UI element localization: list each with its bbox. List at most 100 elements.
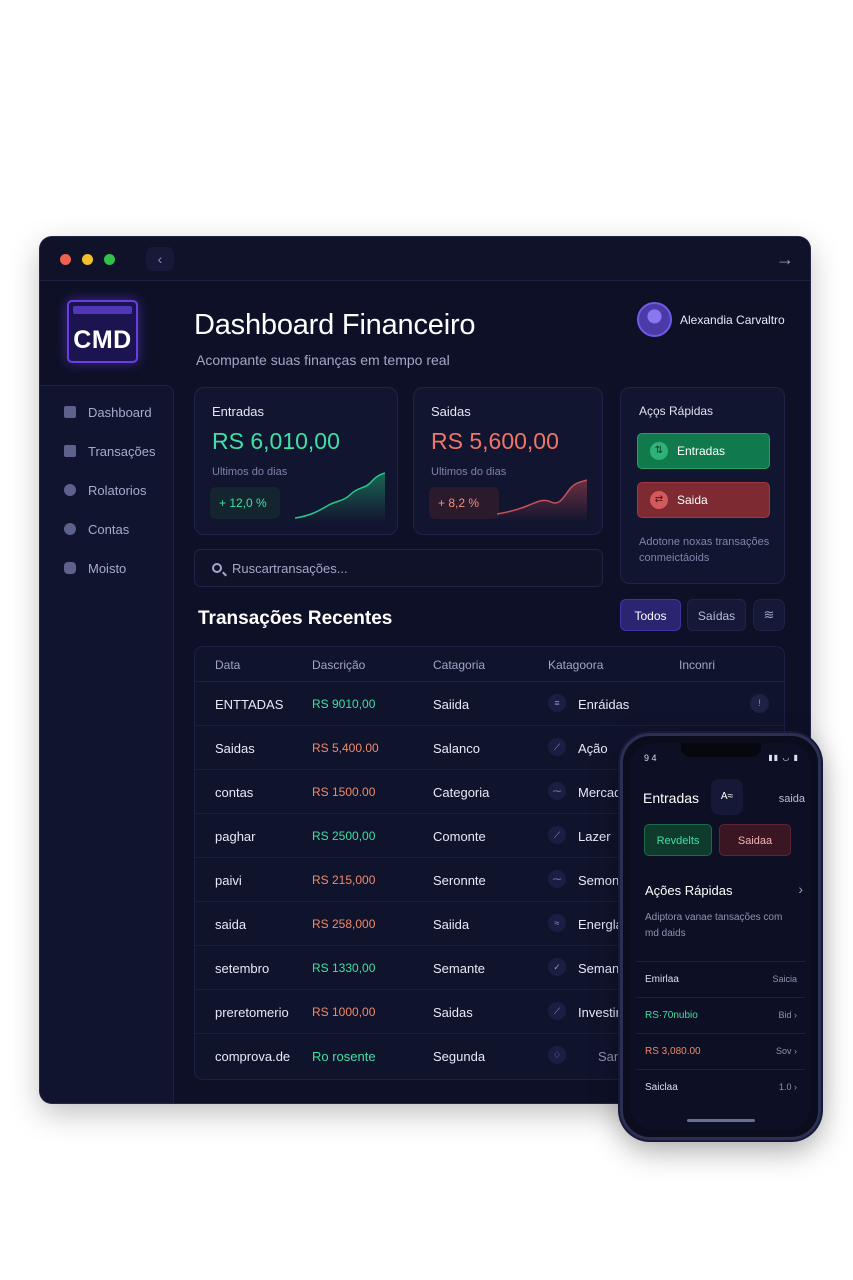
filter-all-button[interactable]: Todos	[620, 599, 681, 631]
phone-row-left: RS·70nubio	[645, 1010, 698, 1021]
phone-row-right: Saicia	[772, 974, 797, 984]
sidebar-item-label: Transações	[88, 443, 156, 459]
quick-actions-card: Açǫs Rápidas ⇅ Entradas ⇄ Saida Adotone …	[620, 387, 785, 584]
search-input[interactable]: Ruscartransações...	[194, 549, 603, 587]
column-header[interactable]: Inconri	[679, 658, 715, 672]
chevron-right-icon[interactable]: ›	[798, 881, 803, 897]
home-indicator[interactable]	[686, 1119, 755, 1122]
row-amount: RS 5,400.00	[312, 741, 379, 755]
sidebar-item-label: Moisto	[88, 560, 127, 576]
phone-expense-button[interactable]: Saidaa	[719, 824, 791, 856]
report-icon	[64, 484, 76, 496]
category-icon: ✓	[548, 958, 566, 976]
expense-delta-badge: + 8,2 %	[429, 487, 499, 519]
row-date: preretomerio	[215, 1005, 289, 1020]
income-delta-badge: + 12,0 %	[210, 487, 280, 519]
phone-row-left: Saiclaa	[645, 1082, 678, 1093]
expense-sparkline	[497, 479, 587, 522]
phone-list-item[interactable]: Emirlaa Saicia	[636, 961, 805, 997]
sidebar-item-transacoes[interactable]: Transações	[64, 440, 155, 462]
income-label: Entradas	[212, 404, 265, 419]
expense-card: Saidas RS 5,600,00 Ultimos do dias + 8,2…	[413, 387, 603, 535]
maximize-window-button[interactable]	[104, 254, 115, 265]
sidebar-item-dashboard[interactable]: Dashboard	[64, 401, 152, 423]
row-tag: San	[598, 1049, 622, 1064]
phone-list-item[interactable]: RS 3,080.00 Sov ›	[636, 1033, 805, 1069]
filter-options-icon[interactable]: ≋	[753, 599, 785, 631]
column-header[interactable]: Catagoria	[433, 658, 485, 672]
row-category: Saidas	[433, 1005, 473, 1020]
row-category: Saiida	[433, 917, 470, 932]
quick-income-button[interactable]: ⇅ Entradas	[637, 433, 770, 469]
row-date: contas	[215, 785, 254, 800]
phone-screen: 9 4 ▮▮ ◡ ▮ Entradas A≈ saida Revdelts Sa…	[630, 743, 811, 1130]
row-category: Salanco	[433, 741, 480, 756]
expense-note: Ultimos do dias	[431, 466, 507, 478]
row-amount: RS 258,000	[312, 917, 376, 931]
search-icon	[212, 563, 222, 573]
row-amount: RS 215,000	[312, 873, 376, 887]
status-time: 9 4	[644, 753, 657, 763]
app-logo: CMD	[67, 300, 138, 363]
page-subtitle: Acompante suas finanças em tempo real	[196, 352, 450, 368]
avatar[interactable]	[637, 302, 672, 337]
phone-saida-link[interactable]: saida	[779, 793, 805, 805]
quick-expense-label: Saida	[677, 493, 708, 507]
category-icon: ⟋	[548, 826, 566, 844]
phone-list-item[interactable]: RS·70nubio Bid ›	[636, 997, 805, 1033]
forward-arrow-icon[interactable]: →	[776, 249, 794, 269]
expense-icon: ⇄	[650, 491, 668, 509]
row-tag: Investin	[578, 1005, 623, 1020]
sidebar-item-moisto[interactable]: Moisto	[64, 557, 126, 579]
row-date: Saidas	[215, 741, 255, 756]
home-icon	[64, 406, 76, 418]
clipboard-icon	[64, 445, 76, 457]
user-name: Alexandia Carvaltro	[680, 312, 785, 327]
logo-text: CMD	[73, 326, 132, 354]
row-category: Saiida	[433, 697, 470, 712]
category-icon: ⟋	[548, 1002, 566, 1020]
row-amount: RS 1330,00	[312, 961, 376, 975]
sidebar-item-relatorios[interactable]: Rolatorios	[64, 479, 147, 501]
row-category: Semante	[433, 961, 486, 976]
column-header[interactable]: Dascrição	[312, 658, 365, 672]
row-amount: Ro rosente	[312, 1049, 376, 1064]
category-icon: ≈	[548, 914, 566, 932]
row-tag: Energla	[578, 917, 623, 932]
row-tag: Enráidas	[578, 697, 630, 712]
row-amount: RS 1000,00	[312, 1005, 376, 1019]
sidebar-item-label: Contas	[88, 521, 130, 537]
category-icon: ≡	[548, 694, 566, 712]
column-header[interactable]: Katagoora	[548, 658, 603, 672]
close-window-button[interactable]	[60, 254, 71, 265]
phone-chip-button[interactable]: A≈	[711, 779, 743, 815]
phone-row-left: RS 3,080.00	[645, 1046, 701, 1057]
user-profile[interactable]: Alexandia Carvaltro	[637, 302, 785, 337]
transactions-title: Transações Recentes	[198, 608, 393, 629]
quick-actions-footer: Adotone noxas transações conmeictáoids	[639, 536, 770, 564]
sidebar-item-contas[interactable]: Contas	[64, 518, 129, 540]
phone-list-item[interactable]: Saiclaa 1.0 ›	[636, 1069, 805, 1105]
filter-expenses-button[interactable]: Saídas	[687, 599, 746, 631]
phone-income-button[interactable]: Revdelts	[644, 824, 712, 856]
quick-expense-button[interactable]: ⇄ Saida	[637, 482, 770, 518]
category-icon: ⟋	[548, 738, 566, 756]
wallet-icon	[64, 523, 76, 535]
income-sparkline	[295, 472, 385, 522]
category-icon: ⁓	[548, 870, 566, 888]
search-placeholder: Ruscartransações...	[232, 560, 348, 576]
income-icon: ⇅	[650, 442, 668, 460]
income-note: Ultimos do dias	[212, 466, 288, 478]
column-header[interactable]: Data	[215, 658, 240, 672]
phone-row-left: Emirlaa	[645, 974, 679, 985]
back-arrow-icon[interactable]: ‹	[146, 247, 174, 271]
expense-value: RS 5,600,00	[431, 428, 559, 454]
row-info-icon[interactable]: !	[750, 694, 769, 713]
logo-bar	[73, 306, 132, 314]
phone-notch	[680, 743, 761, 757]
table-row[interactable]: ENTTADAS RS 9010,00 Saiida ≡ Enráidas !	[195, 682, 784, 726]
page-title: Dashboard Financeiro	[194, 309, 476, 341]
minimize-window-button[interactable]	[82, 254, 93, 265]
row-date: paghar	[215, 829, 256, 844]
phone-mockup: 9 4 ▮▮ ◡ ▮ Entradas A≈ saida Revdelts Sa…	[620, 733, 821, 1140]
